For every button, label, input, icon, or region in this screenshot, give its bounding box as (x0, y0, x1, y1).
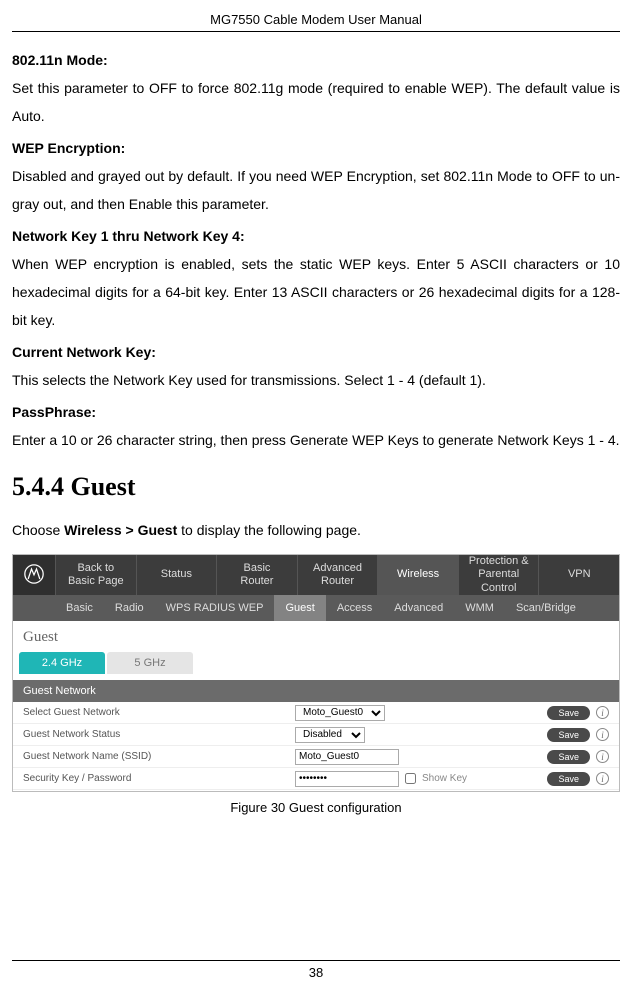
input-security-key[interactable] (295, 771, 399, 787)
select-guest-network[interactable]: Moto_Guest0 (295, 705, 385, 721)
settings-rows: Select Guest Network Moto_Guest0 Savei G… (13, 702, 619, 792)
save-button[interactable]: Save (547, 772, 590, 786)
intro-pre: Choose (12, 522, 64, 538)
subnav-access[interactable]: Access (326, 595, 383, 621)
row-guest-status: Guest Network Status Disabled Savei (13, 724, 619, 746)
figure-guest-config: Back toBasic Page Status BasicRouter Adv… (12, 554, 620, 792)
info-icon[interactable]: i (596, 772, 609, 785)
info-icon[interactable]: i (596, 728, 609, 741)
para-current-key: This selects the Network Key used for tr… (12, 366, 620, 394)
chapter-heading: 5.4.4 Guest (12, 472, 620, 502)
info-icon[interactable]: i (596, 706, 609, 719)
input-ssid[interactable] (295, 749, 399, 765)
row-label: Guest Network Status (13, 729, 295, 740)
row-label: Security Key / Password (13, 773, 295, 784)
row-select-guest-network: Select Guest Network Moto_Guest0 Savei (13, 702, 619, 724)
row-security-key: Security Key / Password Show Key Savei (13, 768, 619, 790)
band-tabs: 2.4 GHz 5 GHz (13, 652, 619, 680)
row-pmf: Protected Management Frames Off Savei (13, 790, 619, 792)
para-passphrase: Enter a 10 or 26 character string, then … (12, 426, 620, 454)
subnav-advanced[interactable]: Advanced (383, 595, 454, 621)
subnav-scan-bridge[interactable]: Scan/Bridge (505, 595, 587, 621)
show-key-checkbox[interactable] (405, 773, 416, 784)
heading-network-keys: Network Key 1 thru Network Key 4: (12, 222, 620, 250)
sub-nav: Basic Radio WPS RADIUS WEP Guest Access … (13, 595, 619, 621)
subnav-guest[interactable]: Guest (274, 595, 325, 621)
row-label: Select Guest Network (13, 707, 295, 718)
show-key-label: Show Key (422, 773, 467, 784)
nav-wireless[interactable]: Wireless (377, 555, 458, 595)
nav-advanced-router[interactable]: AdvancedRouter (297, 555, 378, 595)
info-icon[interactable]: i (596, 750, 609, 763)
top-nav: Back toBasic Page Status BasicRouter Adv… (13, 555, 619, 595)
save-button[interactable]: Save (547, 706, 590, 720)
intro-text: Choose Wireless > Guest to display the f… (12, 516, 620, 544)
heading-wep: WEP Encryption: (12, 134, 620, 162)
brand-logo[interactable] (13, 555, 55, 595)
save-button[interactable]: Save (547, 750, 590, 764)
tab-5ghz[interactable]: 5 GHz (107, 652, 193, 674)
subnav-wps-radius-wep[interactable]: WPS RADIUS WEP (155, 595, 275, 621)
motorola-icon (24, 564, 44, 587)
subnav-radio[interactable]: Radio (104, 595, 155, 621)
intro-post: to display the following page. (177, 522, 361, 538)
nav-status[interactable]: Status (136, 555, 217, 595)
nav-basic-router[interactable]: BasicRouter (216, 555, 297, 595)
heading-passphrase: PassPhrase: (12, 398, 620, 426)
select-guest-status[interactable]: Disabled (295, 727, 365, 743)
save-button[interactable]: Save (547, 728, 590, 742)
heading-80211n: 802.11n Mode: (12, 46, 620, 74)
figure-caption: Figure 30 Guest configuration (12, 800, 620, 815)
page-title: Guest (13, 621, 619, 652)
subnav-basic[interactable]: Basic (55, 595, 104, 621)
panel-header: Guest Network (13, 680, 619, 702)
para-network-keys: When WEP encryption is enabled, sets the… (12, 250, 620, 334)
document-title: MG7550 Cable Modem User Manual (12, 12, 620, 32)
row-label: Guest Network Name (SSID) (13, 751, 295, 762)
nav-protection[interactable]: Protection &Parental Control (458, 555, 539, 595)
nav-vpn[interactable]: VPN (538, 555, 619, 595)
intro-bold: Wireless > Guest (64, 522, 177, 538)
para-wep: Disabled and grayed out by default. If y… (12, 162, 620, 218)
para-80211n: Set this parameter to OFF to force 802.1… (12, 74, 620, 130)
tab-24ghz[interactable]: 2.4 GHz (19, 652, 105, 674)
nav-back-to-basic[interactable]: Back toBasic Page (55, 555, 136, 595)
subnav-wmm[interactable]: WMM (454, 595, 505, 621)
page-number: 38 (12, 960, 620, 980)
row-guest-ssid: Guest Network Name (SSID) Savei (13, 746, 619, 768)
heading-current-key: Current Network Key: (12, 338, 620, 366)
